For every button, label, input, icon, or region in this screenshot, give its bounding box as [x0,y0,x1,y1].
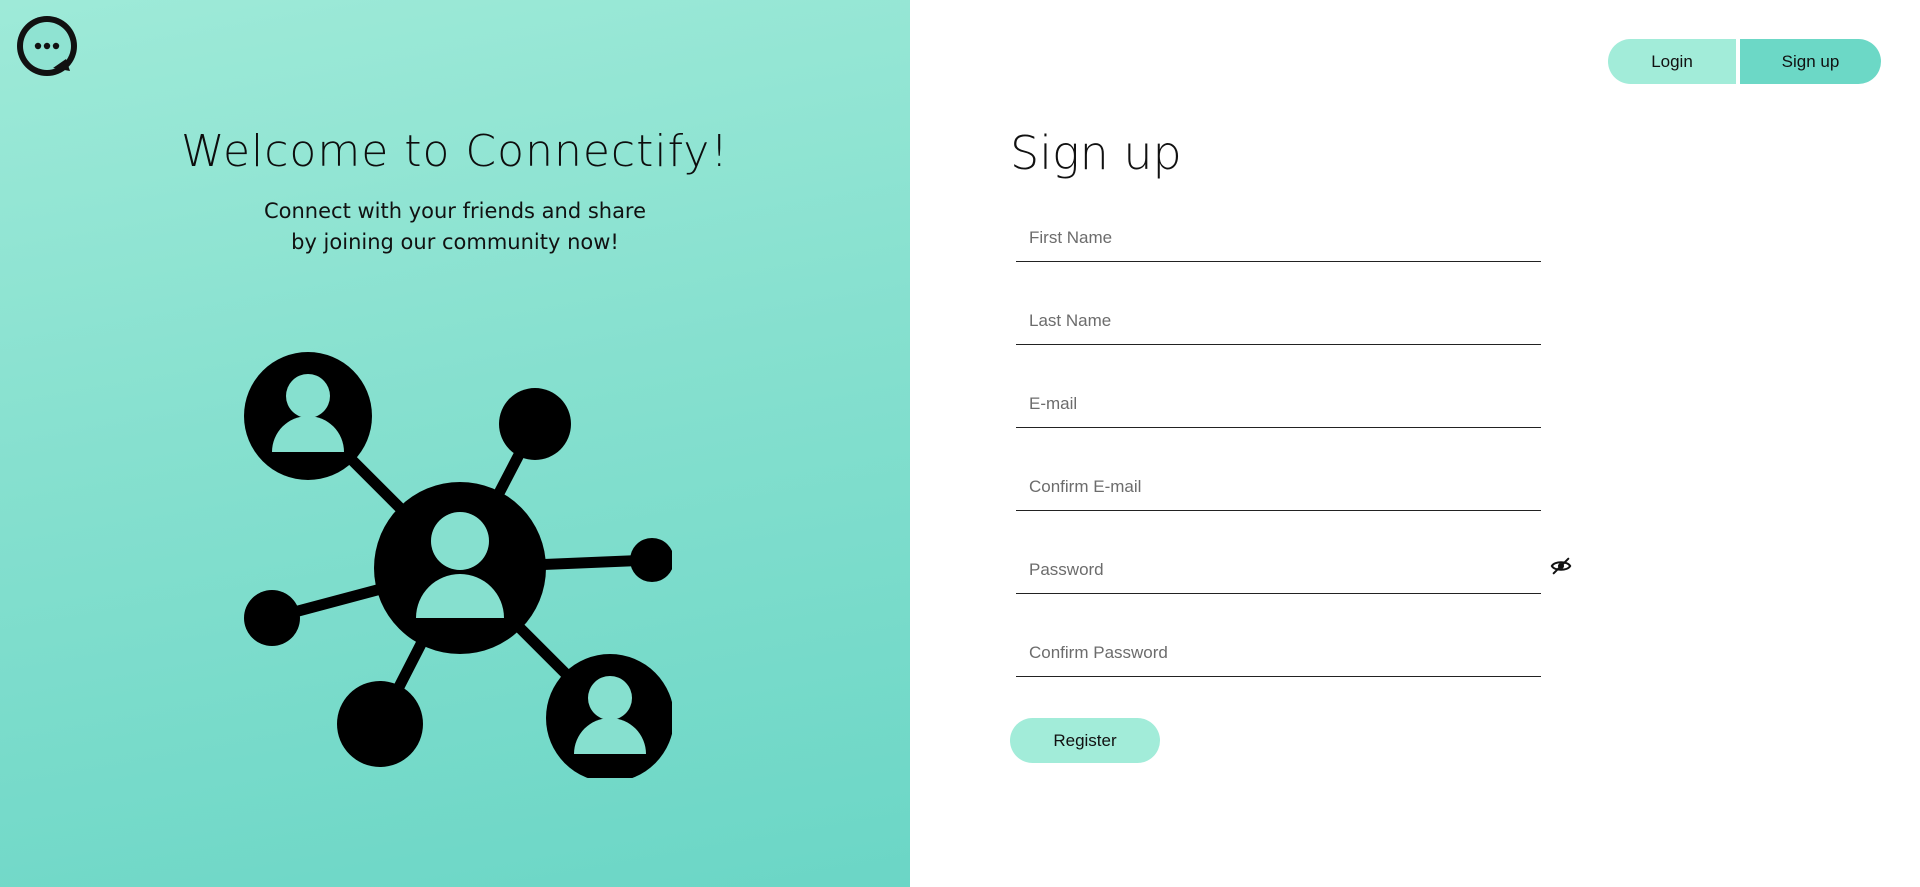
people-network-icon [244,352,672,778]
password-input[interactable] [1016,547,1541,593]
tab-signup[interactable]: Sign up [1740,39,1881,84]
password-field [1016,547,1541,594]
form-title: Sign up [1010,126,1182,180]
welcome-subtitle-line-2: by joining our community now! [291,230,619,254]
confirm-password-input[interactable] [1016,630,1541,676]
first-name-field [1016,215,1541,262]
welcome-subtitle: Connect with your friends and share by j… [0,196,910,258]
confirm-email-input[interactable] [1016,464,1541,510]
auth-tabs: Login Sign up [1608,39,1881,84]
confirm-password-field [1016,630,1541,677]
welcome-panel: Welcome to Connectify! Connect with your… [0,0,910,887]
welcome-title: Welcome to Connectify! [181,126,729,177]
chat-bubble-logo-icon [17,16,77,76]
email-field [1016,381,1541,428]
register-button[interactable]: Register [1010,718,1160,763]
last-name-input[interactable] [1016,298,1541,344]
first-name-input[interactable] [1016,215,1541,261]
welcome-subtitle-line-1: Connect with your friends and share [263,199,647,223]
confirm-email-field [1016,464,1541,511]
last-name-field [1016,298,1541,345]
email-input[interactable] [1016,381,1541,427]
tab-login[interactable]: Login [1608,39,1736,84]
eye-slash-icon[interactable] [1550,555,1572,577]
